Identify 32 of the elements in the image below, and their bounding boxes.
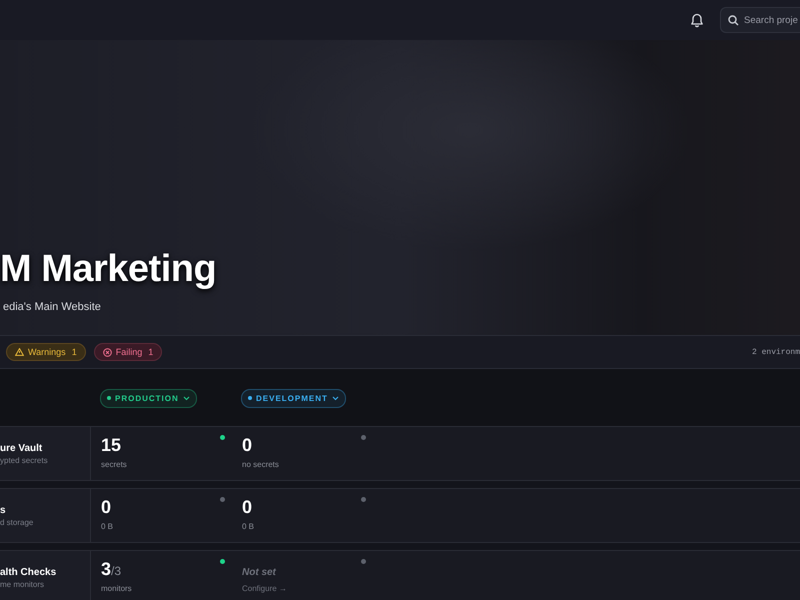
environment-dropdown[interactable]: DEVELOPMENT: [241, 388, 346, 408]
not-set-label: Not set: [242, 567, 277, 578]
search-icon: [728, 15, 739, 26]
metric-value: 0: [242, 435, 254, 456]
metric-caption: 0 B: [242, 522, 256, 531]
service-description: d storage: [0, 518, 34, 526]
metric-value: 0: [242, 497, 254, 518]
environment-count: 2 environm: [752, 348, 800, 356]
chevron-down-icon: [182, 396, 190, 401]
x-circle-icon: [102, 348, 112, 356]
chevron-down-icon: [332, 396, 339, 401]
metric-caption: no secrets: [242, 460, 280, 469]
configure-link[interactable]: Configure →: [242, 584, 287, 593]
metric-caption: monitors: [101, 584, 133, 593]
metric-caption: secrets: [101, 460, 128, 469]
project-title: M Marketing: [0, 248, 216, 291]
status-badge[interactable]: Warnings 1: [6, 343, 86, 361]
project-subtitle: edia's Main Website: [2, 301, 102, 313]
warning-icon: [15, 348, 24, 356]
service-name: ure Vault: [0, 442, 44, 454]
service-name: s: [0, 504, 7, 516]
search-field[interactable]: Search proje: [720, 7, 800, 33]
status-badge[interactable]: Failing 1: [94, 343, 162, 361]
metric-value: 0: [101, 497, 112, 518]
environment-dropdown[interactable]: PRODUCTION: [100, 388, 197, 408]
service-description: me monitors: [0, 580, 46, 588]
service-name: alth Checks: [0, 566, 58, 578]
metric-value: 3/3: [101, 559, 122, 580]
notification-bell-icon[interactable]: [690, 13, 704, 28]
metric-value: 15: [101, 435, 122, 456]
service-description: ypted secrets: [0, 456, 49, 464]
metric-caption: 0 B: [101, 522, 114, 531]
